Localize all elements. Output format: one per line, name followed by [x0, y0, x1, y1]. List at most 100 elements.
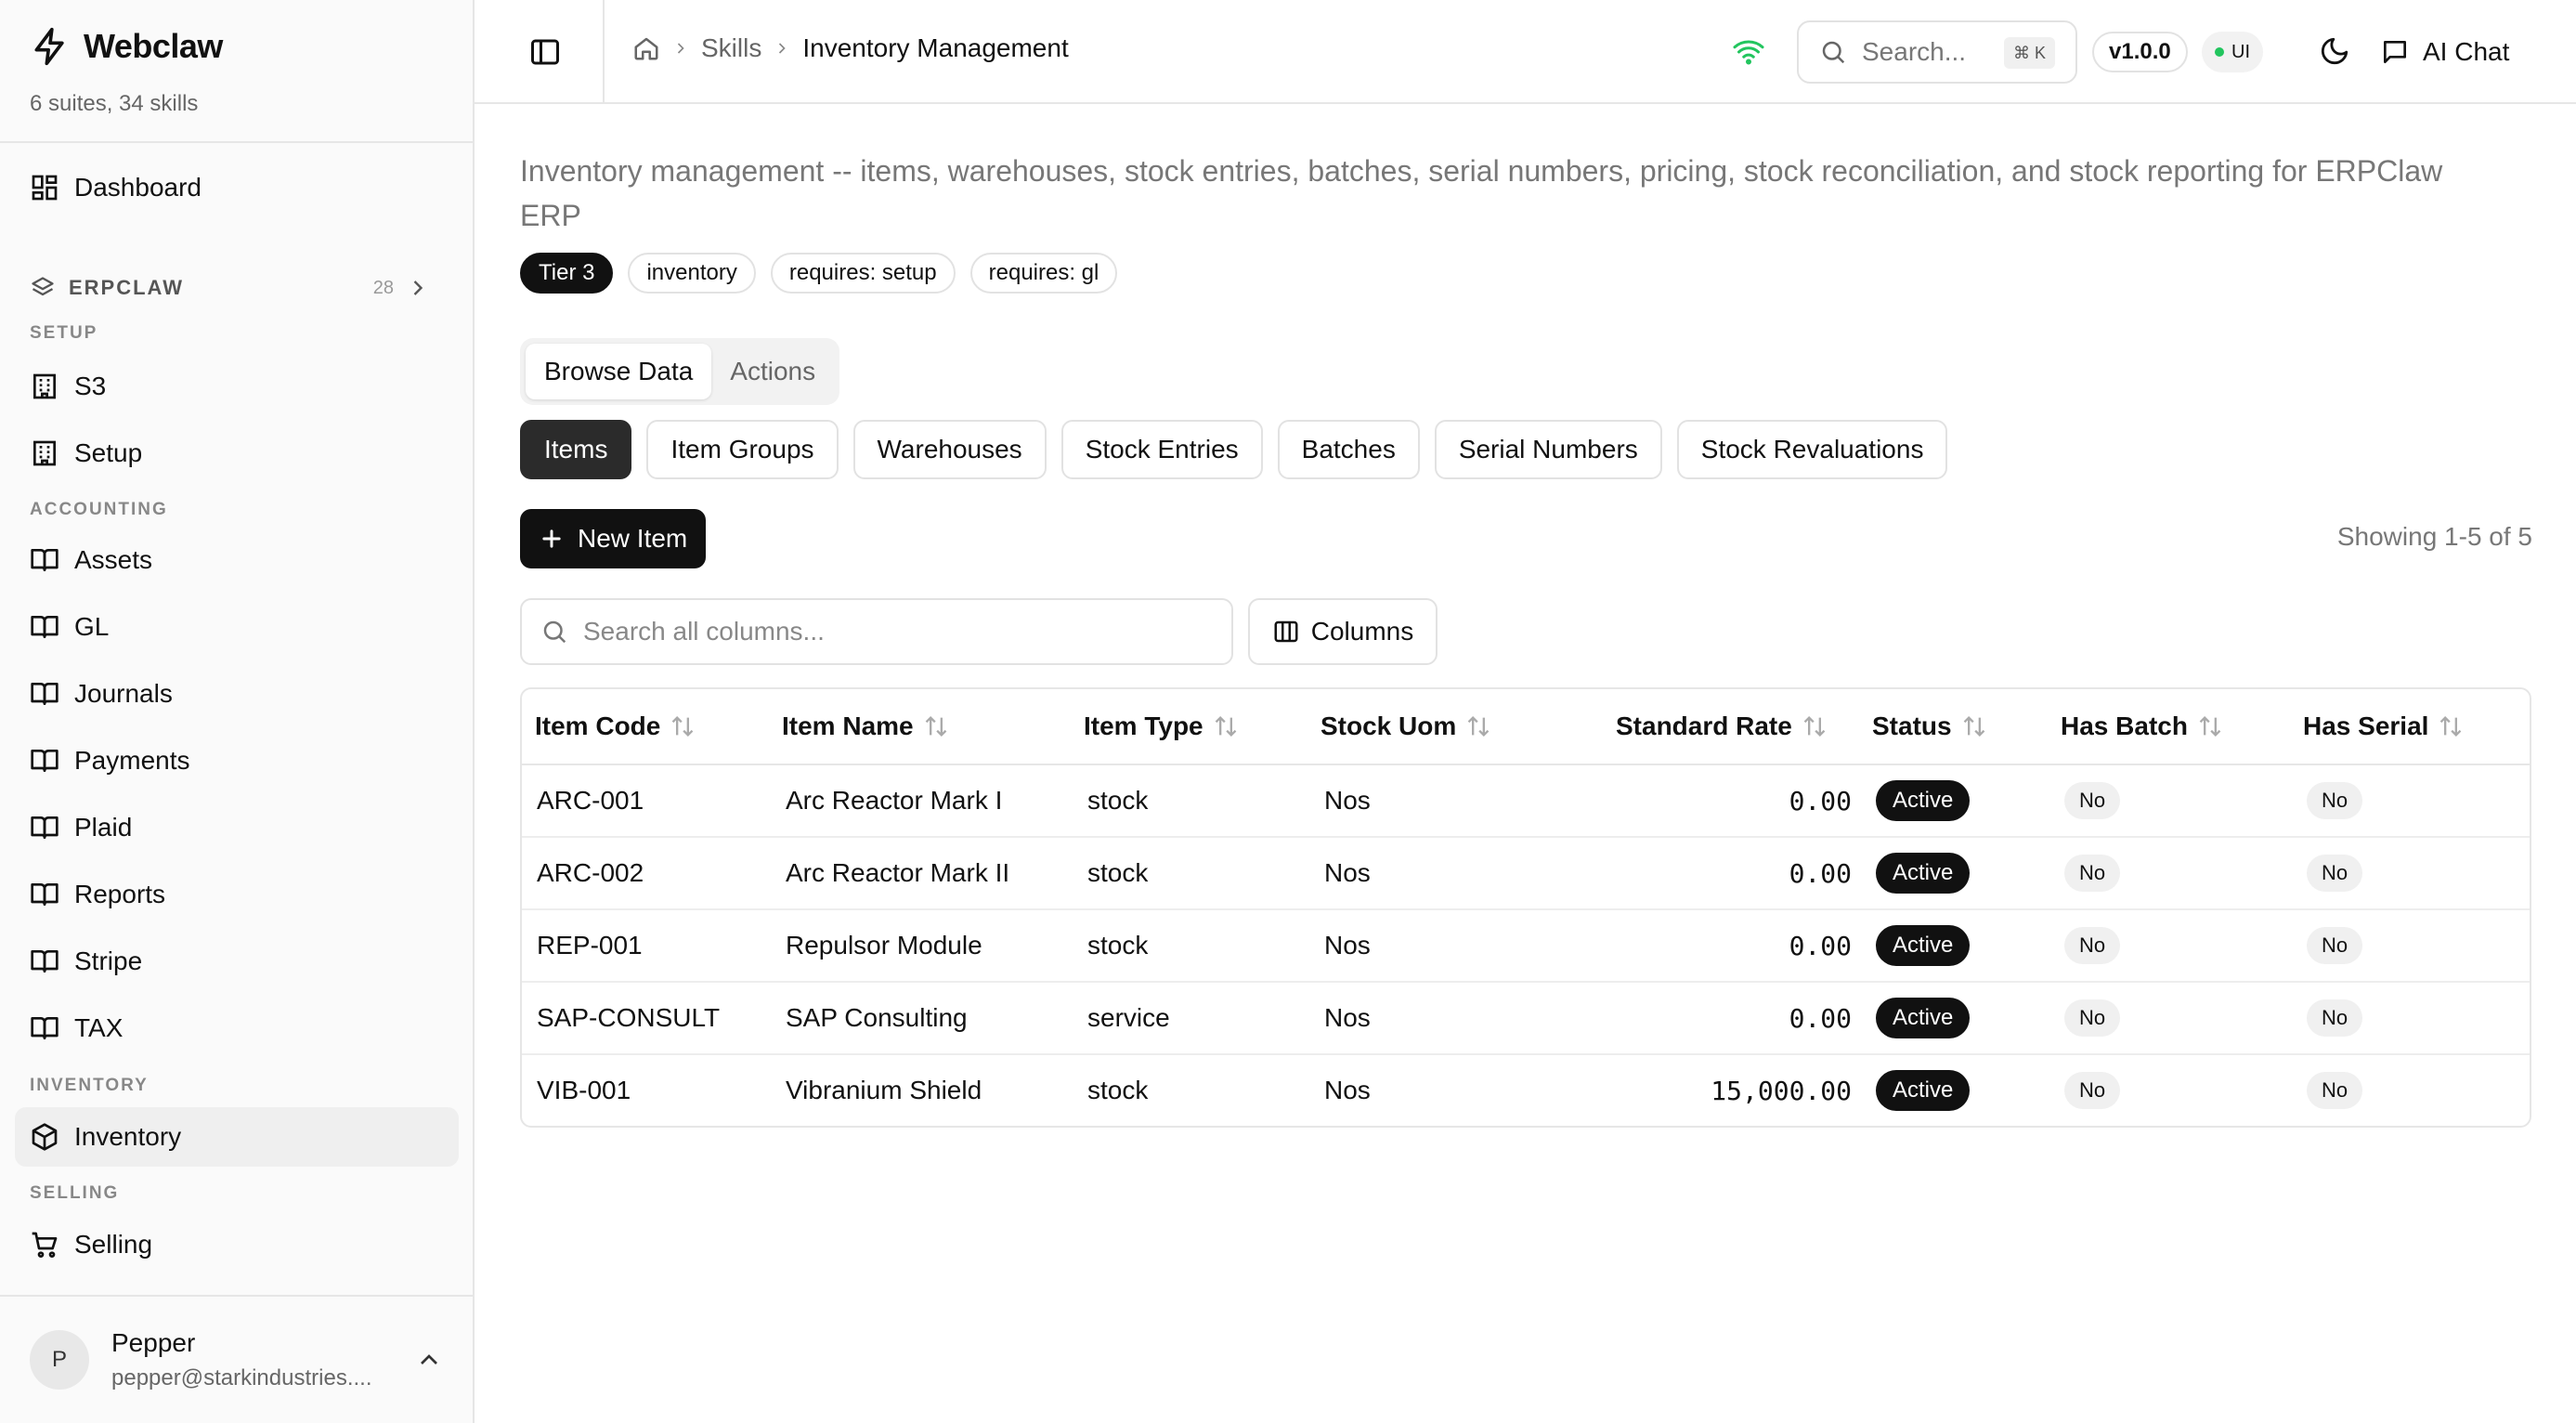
new-item-button[interactable]: New Item — [520, 509, 707, 568]
tab-batches[interactable]: Batches — [1277, 420, 1420, 479]
cell-item-name: Repulsor Module — [786, 931, 982, 960]
cell-item-code: SAP-CONSULT — [537, 1003, 721, 1032]
has-serial-badge: No — [2307, 1072, 2363, 1109]
header-has-batch[interactable]: Has Batch — [2061, 712, 2223, 741]
search-shortcut: ⌘ K — [2003, 37, 2055, 69]
header-status[interactable]: Status — [1872, 712, 1987, 741]
tab-warehouses[interactable]: Warehouses — [852, 420, 1047, 479]
tab-item-groups[interactable]: Item Groups — [646, 420, 839, 479]
table-row[interactable]: VIB-001 Vibranium Shield stock Nos 15,00… — [522, 1055, 2530, 1126]
building-icon — [30, 372, 59, 401]
mode-browse-data[interactable]: Browse Data — [526, 344, 712, 399]
sidebar-item-stripe[interactable]: Stripe — [15, 932, 459, 991]
sidebar-item-s3[interactable]: S3 — [15, 357, 459, 416]
header-standard-rate[interactable]: Standard Rate — [1616, 712, 1828, 741]
sidebar-item-plaid[interactable]: Plaid — [15, 798, 459, 857]
topbar-divider — [603, 0, 605, 102]
brand[interactable]: Webclaw — [30, 26, 223, 67]
chat-icon — [2380, 37, 2410, 67]
sort-icon — [670, 713, 696, 739]
header-label: Item Type — [1084, 712, 1203, 740]
table-header: Item Code Item Name Item Type Stock Uom … — [522, 689, 2530, 765]
mode-actions[interactable]: Actions — [711, 344, 834, 399]
sidebar-item-label: Assets — [74, 545, 153, 574]
sidebar-item-tax[interactable]: TAX — [15, 999, 459, 1058]
columns-icon — [1272, 618, 1300, 646]
cell-stock-uom: Nos — [1324, 858, 1371, 887]
wifi-icon — [1732, 35, 1765, 69]
tab-stock-entries[interactable]: Stock Entries — [1060, 420, 1263, 479]
section-label-setup: SETUP — [30, 323, 98, 343]
breadcrumb-current: Inventory Management — [802, 33, 1069, 62]
tab-items[interactable]: Items — [520, 420, 632, 479]
entity-tabs: Items Item Groups Warehouses Stock Entri… — [520, 420, 1948, 479]
chevron-up-icon[interactable] — [414, 1345, 444, 1375]
avatar[interactable]: P — [30, 1330, 89, 1390]
columns-button[interactable]: Columns — [1248, 598, 1438, 665]
search-icon — [540, 618, 568, 646]
book-open-icon — [30, 746, 59, 776]
home-icon[interactable] — [632, 34, 660, 62]
has-serial-badge: No — [2307, 782, 2363, 819]
moon-icon[interactable] — [2319, 35, 2350, 67]
plus-icon — [539, 526, 565, 552]
sidebar-item-dashboard[interactable]: Dashboard — [15, 158, 459, 217]
chevron-right-icon — [773, 39, 791, 58]
sidebar-item-setup[interactable]: Setup — [15, 424, 459, 483]
tab-stock-revaluations[interactable]: Stock Revaluations — [1676, 420, 1948, 479]
sidebar-item-journals[interactable]: Journals — [15, 664, 459, 724]
sidebar-item-label: GL — [74, 612, 110, 641]
sidebar-item-inventory[interactable]: Inventory — [15, 1107, 459, 1167]
sidebar-item-label: Journals — [74, 679, 173, 708]
pagination-summary: Showing 1-5 of 5 — [2336, 522, 2532, 551]
sidebar-group-erpclaw[interactable]: ERPCLAW 28 — [30, 271, 446, 305]
ai-chat-button[interactable]: AI Chat — [2380, 32, 2509, 72]
table-row[interactable]: REP-001 Repulsor Module stock Nos 0.00 A… — [522, 910, 2530, 983]
global-search[interactable]: Search... ⌘ K — [1797, 20, 2077, 84]
has-batch-badge: No — [2064, 1072, 2121, 1109]
cell-standard-rate: 0.00 — [1789, 858, 1852, 889]
dashboard-icon — [30, 173, 59, 202]
cell-standard-rate: 0.00 — [1789, 931, 1852, 961]
sidebar-item-reports[interactable]: Reports — [15, 865, 459, 924]
header-has-serial[interactable]: Has Serial — [2303, 712, 2464, 741]
table-row[interactable]: ARC-002 Arc Reactor Mark II stock Nos 0.… — [522, 838, 2530, 910]
has-batch-badge: No — [2064, 855, 2121, 892]
layers-icon — [30, 275, 56, 301]
sidebar-item-gl[interactable]: GL — [15, 597, 459, 657]
header-item-code[interactable]: Item Code — [535, 712, 696, 741]
book-open-icon — [30, 946, 59, 976]
cell-stock-uom: Nos — [1324, 786, 1371, 815]
table-row[interactable]: SAP-CONSULT SAP Consulting service Nos 0… — [522, 983, 2530, 1055]
sidebar-item-payments[interactable]: Payments — [15, 731, 459, 790]
cell-item-type: stock — [1087, 858, 1149, 887]
sidebar-toggle-icon[interactable] — [528, 35, 562, 69]
cell-item-code: REP-001 — [537, 931, 643, 960]
app-summary: 6 suites, 34 skills — [30, 91, 199, 116]
items-table: Item Code Item Name Item Type Stock Uom … — [520, 687, 2531, 1128]
header-item-name[interactable]: Item Name — [782, 712, 949, 741]
book-open-icon — [30, 679, 59, 709]
header-item-type[interactable]: Item Type — [1084, 712, 1239, 741]
sidebar-item-selling[interactable]: Selling — [15, 1215, 459, 1274]
sidebar-item-label: Payments — [74, 746, 190, 775]
ui-status-label: UI — [2231, 41, 2250, 62]
cell-standard-rate: 15,000.00 — [1711, 1076, 1852, 1106]
tab-serial-numbers[interactable]: Serial Numbers — [1434, 420, 1662, 479]
breadcrumb-skills[interactable]: Skills — [701, 33, 761, 63]
user-name: Pepper — [111, 1328, 196, 1357]
table-row[interactable]: ARC-001 Arc Reactor Mark I stock Nos 0.0… — [522, 765, 2530, 838]
header-stock-uom[interactable]: Stock Uom — [1321, 712, 1491, 741]
has-batch-badge: No — [2064, 927, 2121, 964]
column-search-placeholder: Search all columns... — [583, 617, 825, 646]
cell-standard-rate: 0.00 — [1789, 1003, 1852, 1034]
package-icon — [30, 1122, 59, 1152]
has-batch-badge: No — [2064, 999, 2121, 1037]
cell-item-code: ARC-001 — [537, 786, 644, 815]
breadcrumb: Skills Inventory Management — [632, 33, 1069, 63]
section-label-selling: SELLING — [30, 1183, 120, 1203]
column-search-input[interactable]: Search all columns... — [520, 598, 1233, 665]
user-divider — [0, 1295, 473, 1297]
chevron-right-icon[interactable] — [405, 275, 431, 301]
sidebar-item-assets[interactable]: Assets — [15, 530, 459, 590]
